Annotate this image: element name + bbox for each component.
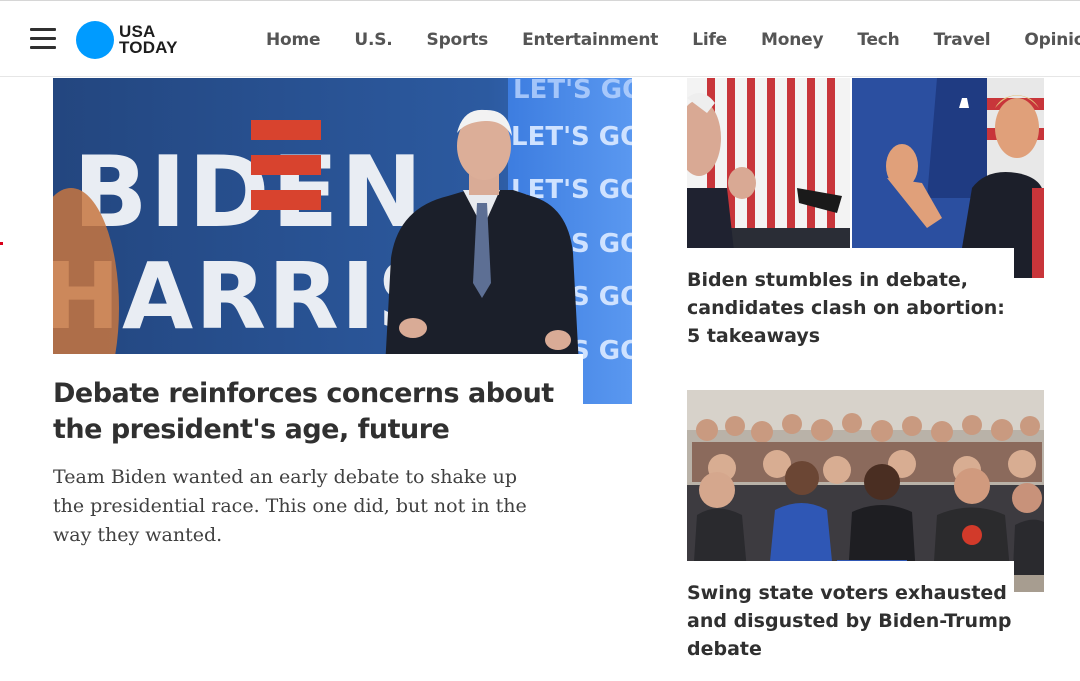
banner-text-1: LET'S GO [513,78,632,105]
nav-entertainment[interactable]: Entertainment [505,30,675,50]
nav-tech[interactable]: Tech [840,30,916,50]
sign-biden: BIDEN [73,136,424,250]
logo-circle-icon [76,21,114,59]
menu-icon[interactable] [30,28,56,50]
nav-home[interactable]: Home [249,30,337,50]
site-header: USA TODAY Home U.S. Sports Entertainment… [0,1,1080,77]
usa-today-logo[interactable]: USA TODAY [76,20,178,60]
nav-money[interactable]: Money [744,30,840,50]
hero-description: Team Biden wanted an early debate to sha… [53,466,527,546]
banner-text-2: LET'S GO [511,122,632,152]
nav-us[interactable]: U.S. [337,30,409,50]
logo-line-2: TODAY [119,38,178,57]
nav-life[interactable]: Life [675,30,744,50]
nav-travel[interactable]: Travel [917,30,1008,50]
hero-title[interactable]: Debate reinforces concerns about the pre… [53,376,583,448]
card-2-title[interactable]: Swing state voters exhausted and disgust… [687,579,1017,663]
edge-marker [0,242,3,245]
nav-sports[interactable]: Sports [410,30,506,50]
card-1-title[interactable]: Biden stumbles in debate, candidates cla… [687,266,1017,350]
nav-opinion[interactable]: Opinio [1007,30,1080,50]
logo-text: USA TODAY [119,23,178,57]
main-nav: Home U.S. Sports Entertainment Life Mone… [249,23,1080,57]
